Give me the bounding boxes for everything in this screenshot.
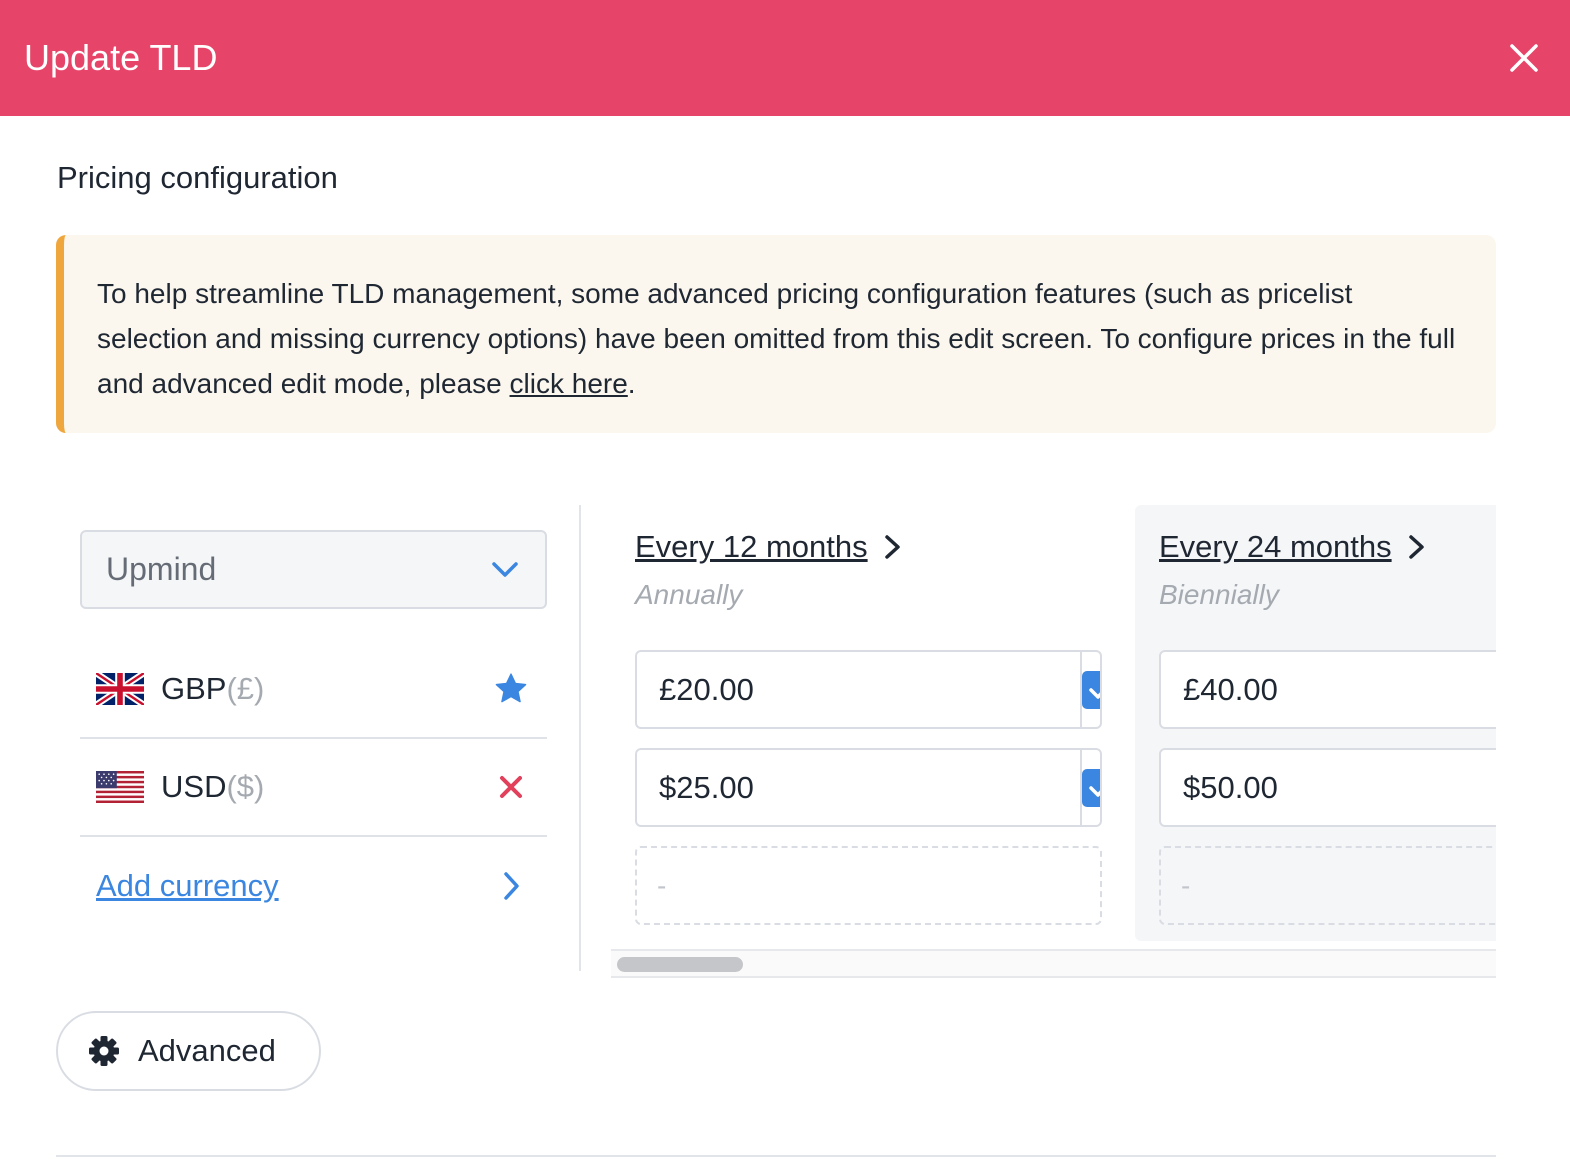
currency-symbol: ($) (226, 769, 265, 804)
add-currency-row: Add currency (80, 837, 547, 935)
remove-icon (500, 776, 522, 798)
period-header: Every 24 months (1159, 529, 1428, 565)
modal-header: Update TLD (0, 0, 1570, 116)
uk-flag-icon (96, 673, 144, 705)
gear-icon (89, 1036, 119, 1066)
star-icon (495, 673, 527, 703)
empty-price-slot[interactable]: - (635, 846, 1102, 925)
checkmark-icon (1089, 785, 1100, 797)
price-enable-cell (1080, 652, 1100, 727)
scrollbar-thumb[interactable] (617, 957, 743, 972)
add-currency-link[interactable]: Add currency (96, 868, 279, 904)
remove-currency-button[interactable] (491, 767, 531, 807)
chevron-right-icon[interactable] (1406, 533, 1428, 561)
close-icon (1510, 44, 1538, 72)
pricelist-select[interactable]: Upmind (80, 530, 547, 609)
period-header: Every 12 months (635, 529, 904, 565)
empty-price-slot[interactable]: - (1159, 846, 1496, 925)
currency-code: USD (161, 769, 227, 804)
horizontal-scrollbar[interactable] (611, 949, 1496, 978)
price-input-usd-24[interactable] (1161, 750, 1496, 825)
price-field-gbp-12 (635, 650, 1102, 729)
period-column-12: Every 12 months Annually £20.00 $25.00 - (611, 505, 1126, 941)
period-subtitle: Biennially (1159, 579, 1279, 610)
checkmark-icon (1089, 687, 1100, 699)
currency-code: GBP (161, 671, 227, 706)
price-enable-cell (1080, 750, 1100, 825)
default-currency-button[interactable] (491, 669, 531, 709)
currency-symbol: (£) (226, 671, 265, 706)
price-field-gbp-24 (1159, 650, 1496, 729)
add-currency-chevron[interactable] (491, 866, 531, 906)
currency-row-usd: USD ($) (80, 739, 547, 837)
pricelist-select-value: Upmind (106, 551, 217, 587)
modal-title: Update TLD (24, 37, 218, 78)
period-subtitle: Annually (635, 579, 743, 610)
currency-row-gbp: GBP (£) (80, 641, 547, 739)
column-divider (579, 505, 581, 971)
us-flag-icon (96, 771, 144, 803)
enable-price-checkbox[interactable] (1082, 670, 1100, 709)
click-here-link[interactable]: click here (510, 368, 628, 399)
price-field-usd-12 (635, 748, 1102, 827)
chevron-right-icon (504, 872, 519, 900)
period-link-12-months[interactable]: Every 12 months (635, 529, 868, 565)
alert-text: To help streamline TLD management, some … (97, 278, 1456, 399)
section-title: Pricing configuration (57, 160, 338, 195)
enable-price-checkbox[interactable] (1082, 768, 1100, 807)
chevron-right-icon[interactable] (882, 533, 904, 561)
price-input-gbp-12[interactable] (637, 652, 1080, 727)
footer-divider (56, 1155, 1496, 1157)
advanced-button[interactable]: Advanced (56, 1011, 321, 1091)
alert-text-end: . (627, 368, 636, 399)
update-tld-modal: Update TLD Pricing configuration To help… (0, 0, 1570, 1160)
close-button[interactable] (1502, 36, 1546, 80)
chevron-down-icon (492, 561, 518, 577)
period-column-24: Every 24 months Biennially - (1135, 505, 1496, 941)
advanced-button-label: Advanced (138, 1033, 276, 1068)
period-link-24-months[interactable]: Every 24 months (1159, 529, 1392, 565)
price-input-gbp-24[interactable] (1161, 652, 1496, 727)
price-field-usd-24 (1159, 748, 1496, 827)
price-input-usd-12[interactable] (637, 750, 1080, 825)
info-alert: To help streamline TLD management, some … (56, 235, 1496, 433)
